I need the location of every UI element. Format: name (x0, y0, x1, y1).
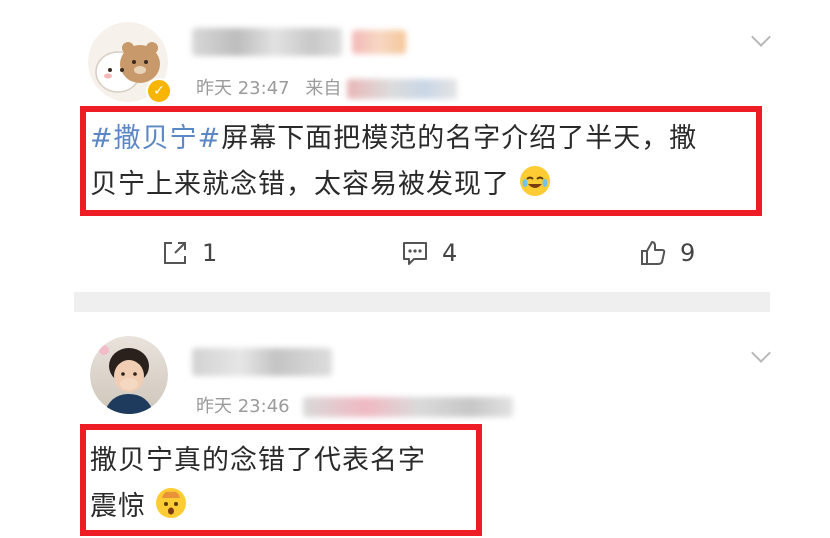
blurred-username[interactable] (192, 28, 342, 56)
post-meta: 昨天 23:47 来自 (196, 74, 458, 100)
post-time: 昨天 23:47 (196, 78, 290, 99)
verified-badge-icon: ✓ (146, 78, 172, 104)
post-separator (74, 292, 770, 312)
comment-button[interactable]: 4 (400, 238, 457, 268)
comment-icon (403, 242, 427, 265)
highlight-box (80, 106, 762, 216)
like-count: 9 (680, 239, 696, 267)
weibo-post: ✓ 昨天 23:47 来自 #撒贝宁#屏幕下面把模范的名字介绍了半天，撒 贝宁上… (0, 0, 830, 292)
source-label: 来自 (305, 78, 342, 99)
post-meta: 昨天 23:46 (196, 392, 514, 418)
repost-button[interactable]: 1 (160, 238, 217, 268)
chevron-down-icon[interactable] (751, 27, 771, 47)
blurred-source (303, 397, 514, 417)
like-button[interactable]: 9 (638, 238, 695, 268)
weibo-post: 昨天 23:46 撒贝宁真的念错了代表名字 震惊 (0, 312, 830, 538)
post-time: 昨天 23:46 (196, 396, 290, 417)
comment-count: 4 (442, 239, 458, 267)
highlight-box (80, 424, 482, 536)
child-photo-avatar-icon (90, 336, 168, 414)
blurred-username[interactable] (192, 348, 332, 376)
avatar[interactable] (90, 336, 168, 414)
share-icon (164, 242, 186, 264)
blurred-user-tag (352, 30, 406, 54)
repost-count: 1 (202, 239, 218, 267)
blurred-source (347, 79, 458, 99)
chevron-down-icon[interactable] (751, 343, 771, 363)
post-actions: 1 4 9 (0, 238, 830, 282)
thumbs-up-icon (641, 241, 666, 265)
